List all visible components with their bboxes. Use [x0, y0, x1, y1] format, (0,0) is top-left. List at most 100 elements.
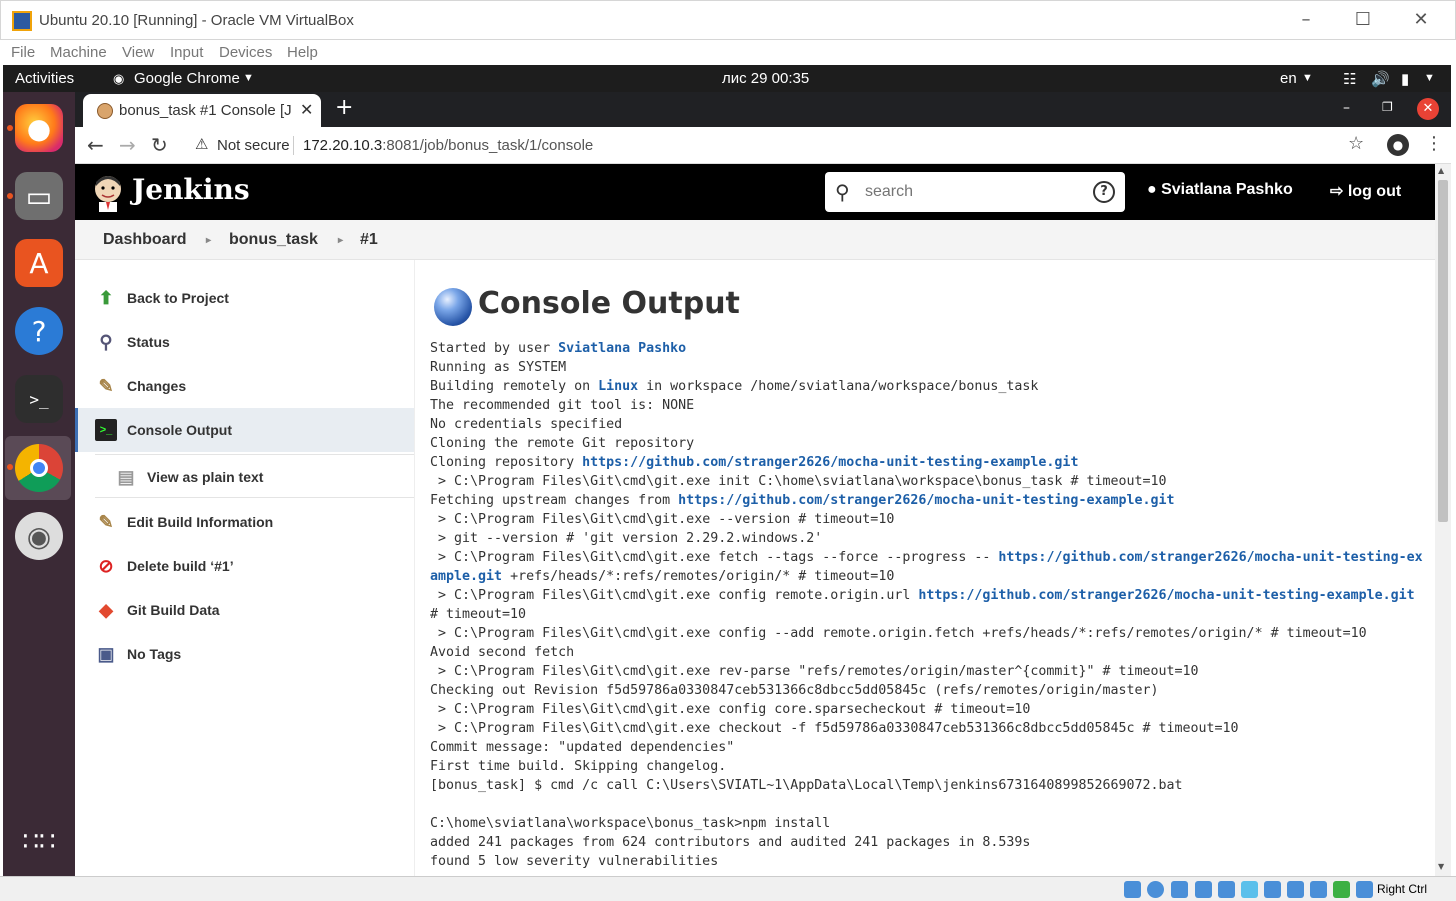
clock[interactable]: лис 29 00:35	[722, 70, 809, 87]
logout-icon: ⇨	[1330, 183, 1348, 200]
software-icon[interactable]: A	[15, 239, 63, 287]
usb-icon[interactable]	[1218, 881, 1235, 898]
console-link[interactable]: Sviatlana Pashko	[558, 341, 686, 356]
mouse-integration-icon[interactable]	[1333, 881, 1350, 898]
console-link[interactable]: https://github.com/stranger2626/mocha-un…	[430, 550, 1423, 584]
caret-down-icon: ▼	[243, 72, 254, 84]
breadcrumb-dashboard[interactable]: Dashboard	[103, 231, 187, 249]
not-secure-label: Not secure	[217, 137, 290, 154]
bookmark-star-icon[interactable]: ☆	[1348, 133, 1364, 154]
profile-icon[interactable]: ●	[1387, 134, 1409, 156]
audio-icon[interactable]	[1171, 881, 1188, 898]
sidebar-item-no-tags[interactable]: ▣ No Tags	[75, 632, 414, 676]
console-line: Cloning repository https://github.com/st…	[430, 455, 1079, 470]
menu-kebab-icon[interactable]: ⋮	[1425, 133, 1443, 154]
forward-icon[interactable]: →	[119, 133, 136, 157]
keyboard-capture-icon[interactable]	[1356, 881, 1373, 898]
tab-console[interactable]: bonus_task #1 Console [J ✕	[83, 94, 321, 127]
sidebar-item-delete-build[interactable]: ⊘ Delete build ‘#1’	[75, 544, 414, 588]
console-link[interactable]: https://github.com/stranger2626/mocha-un…	[918, 588, 1414, 603]
menu-machine[interactable]: Machine	[50, 44, 107, 61]
optical-drive-icon[interactable]	[1147, 881, 1164, 898]
search-input[interactable]	[865, 181, 1085, 203]
scrollbar-thumb[interactable]	[1438, 180, 1448, 522]
scroll-down-icon[interactable]: ▼	[1438, 862, 1444, 871]
breadcrumb-caret-icon[interactable]: ▸	[338, 235, 343, 246]
console-line: No credentials specified	[430, 417, 623, 432]
shared-folder-icon[interactable]	[1241, 881, 1258, 898]
help-icon[interactable]: ?	[1093, 181, 1115, 203]
jenkins-brand[interactable]: Jenkins	[132, 173, 250, 206]
close-icon[interactable]: ✕	[1406, 9, 1436, 33]
back-icon[interactable]: ←	[87, 133, 104, 157]
close-tab-icon[interactable]: ✕	[300, 100, 313, 119]
menu-view[interactable]: View	[122, 44, 154, 61]
restore-icon[interactable]: ❐	[1382, 100, 1393, 114]
page-scrollbar[interactable]: ▲ ▼	[1435, 164, 1451, 876]
console-line: > git --version # 'git version 2.29.2.wi…	[430, 531, 823, 546]
app-menu-label[interactable]: Google Chrome	[134, 70, 240, 87]
caret-down-icon[interactable]: ▼	[1424, 72, 1435, 84]
dvd-icon[interactable]: ◉	[15, 512, 63, 560]
console-link[interactable]: https://github.com/stranger2626/mocha-un…	[678, 493, 1174, 508]
firefox-icon[interactable]: ●	[15, 104, 63, 152]
menu-file[interactable]: File	[11, 44, 35, 61]
files-icon[interactable]: ▭	[15, 172, 63, 220]
address-bar[interactable]: ⚠ Not secure 172.20.10.3:8081/job/bonus_…	[185, 130, 1375, 160]
notepad-icon: ✎	[98, 375, 114, 396]
breadcrumb-job[interactable]: bonus_task	[229, 231, 318, 249]
display-icon[interactable]	[1264, 881, 1281, 898]
close-window-icon[interactable]: ✕	[1417, 98, 1439, 120]
breadcrumb-caret-icon[interactable]: ▸	[206, 235, 211, 246]
console-link[interactable]: https://github.com/stranger2626/mocha-un…	[582, 455, 1078, 470]
sidebar-item-console-output[interactable]: >_ Console Output	[75, 408, 414, 452]
minimize-icon[interactable]: –	[1343, 100, 1350, 116]
console-line: > C:\Program Files\Git\cmd\git.exe check…	[430, 721, 1239, 736]
scroll-up-icon[interactable]: ▲	[1438, 166, 1444, 175]
maximize-icon[interactable]: ☐	[1348, 9, 1378, 33]
network-icon[interactable]: ☷	[1343, 70, 1356, 88]
menu-help[interactable]: Help	[287, 44, 318, 61]
search-icon: ⚲	[835, 180, 850, 204]
notepad-icon: ✎	[98, 511, 114, 532]
console-line: [bonus_task] $ cmd /c call C:\Users\SVIA…	[430, 778, 1183, 793]
jenkins-logo-icon[interactable]	[90, 172, 126, 212]
activities-button[interactable]: Activities	[15, 70, 74, 87]
running-dot	[7, 193, 13, 199]
logout-link[interactable]: ⇨ log out	[1330, 181, 1401, 201]
dock: ● ▭ A ? >_ ◉ ∷∷	[3, 92, 75, 876]
video-capture-icon[interactable]	[1287, 881, 1304, 898]
menu-input[interactable]: Input	[170, 44, 203, 61]
battery-icon[interactable]: ▮	[1401, 70, 1409, 88]
minimize-icon[interactable]: –	[1291, 9, 1321, 33]
help-icon[interactable]: ?	[15, 307, 63, 355]
sidebar-item-status[interactable]: ⚲ Status	[75, 320, 414, 364]
sidebar-item-git-build-data[interactable]: ◆ Git Build Data	[75, 588, 414, 632]
language-indicator[interactable]: en	[1280, 70, 1297, 87]
running-dot	[7, 464, 13, 470]
git-icon: ◆	[99, 599, 113, 620]
browser-toolbar: ← → ↻ ⚠ Not secure 172.20.10.3:8081/job/…	[75, 127, 1451, 164]
new-tab-icon[interactable]: +	[335, 95, 353, 120]
volume-icon[interactable]: 🔊	[1371, 70, 1390, 88]
sidebar-item-changes[interactable]: ✎ Changes	[75, 364, 414, 408]
chrome-icon[interactable]	[15, 444, 63, 492]
app-grid-icon[interactable]: ∷∷	[15, 818, 63, 866]
reload-icon[interactable]: ↻	[151, 133, 168, 157]
console-link[interactable]: Linux	[598, 379, 638, 394]
hdd-icon[interactable]	[1124, 881, 1141, 898]
sidebar: ⬆ Back to Project ⚲ Status ✎ Changes >_ …	[75, 260, 415, 876]
user-link[interactable]: ● Sviatlana Pashko	[1147, 181, 1293, 199]
separator	[293, 136, 294, 155]
sidebar-item-back-to-project[interactable]: ⬆ Back to Project	[75, 276, 414, 320]
breadcrumb-build[interactable]: #1	[360, 231, 378, 249]
terminal-icon[interactable]: >_	[15, 375, 63, 423]
menu-devices[interactable]: Devices	[219, 44, 272, 61]
url-text[interactable]: 172.20.10.3:8081/job/bonus_task/1/consol…	[303, 137, 593, 154]
sidebar-item-plain-text[interactable]: ▤ View as plain text	[95, 454, 414, 498]
network-adapter-icon[interactable]	[1195, 881, 1212, 898]
cpu-icon[interactable]	[1310, 881, 1327, 898]
caret-down-icon: ▼	[1302, 72, 1313, 84]
console-line: > C:\Program Files\Git\cmd\git.exe confi…	[430, 702, 1031, 717]
sidebar-item-edit-build-info[interactable]: ✎ Edit Build Information	[75, 500, 414, 544]
